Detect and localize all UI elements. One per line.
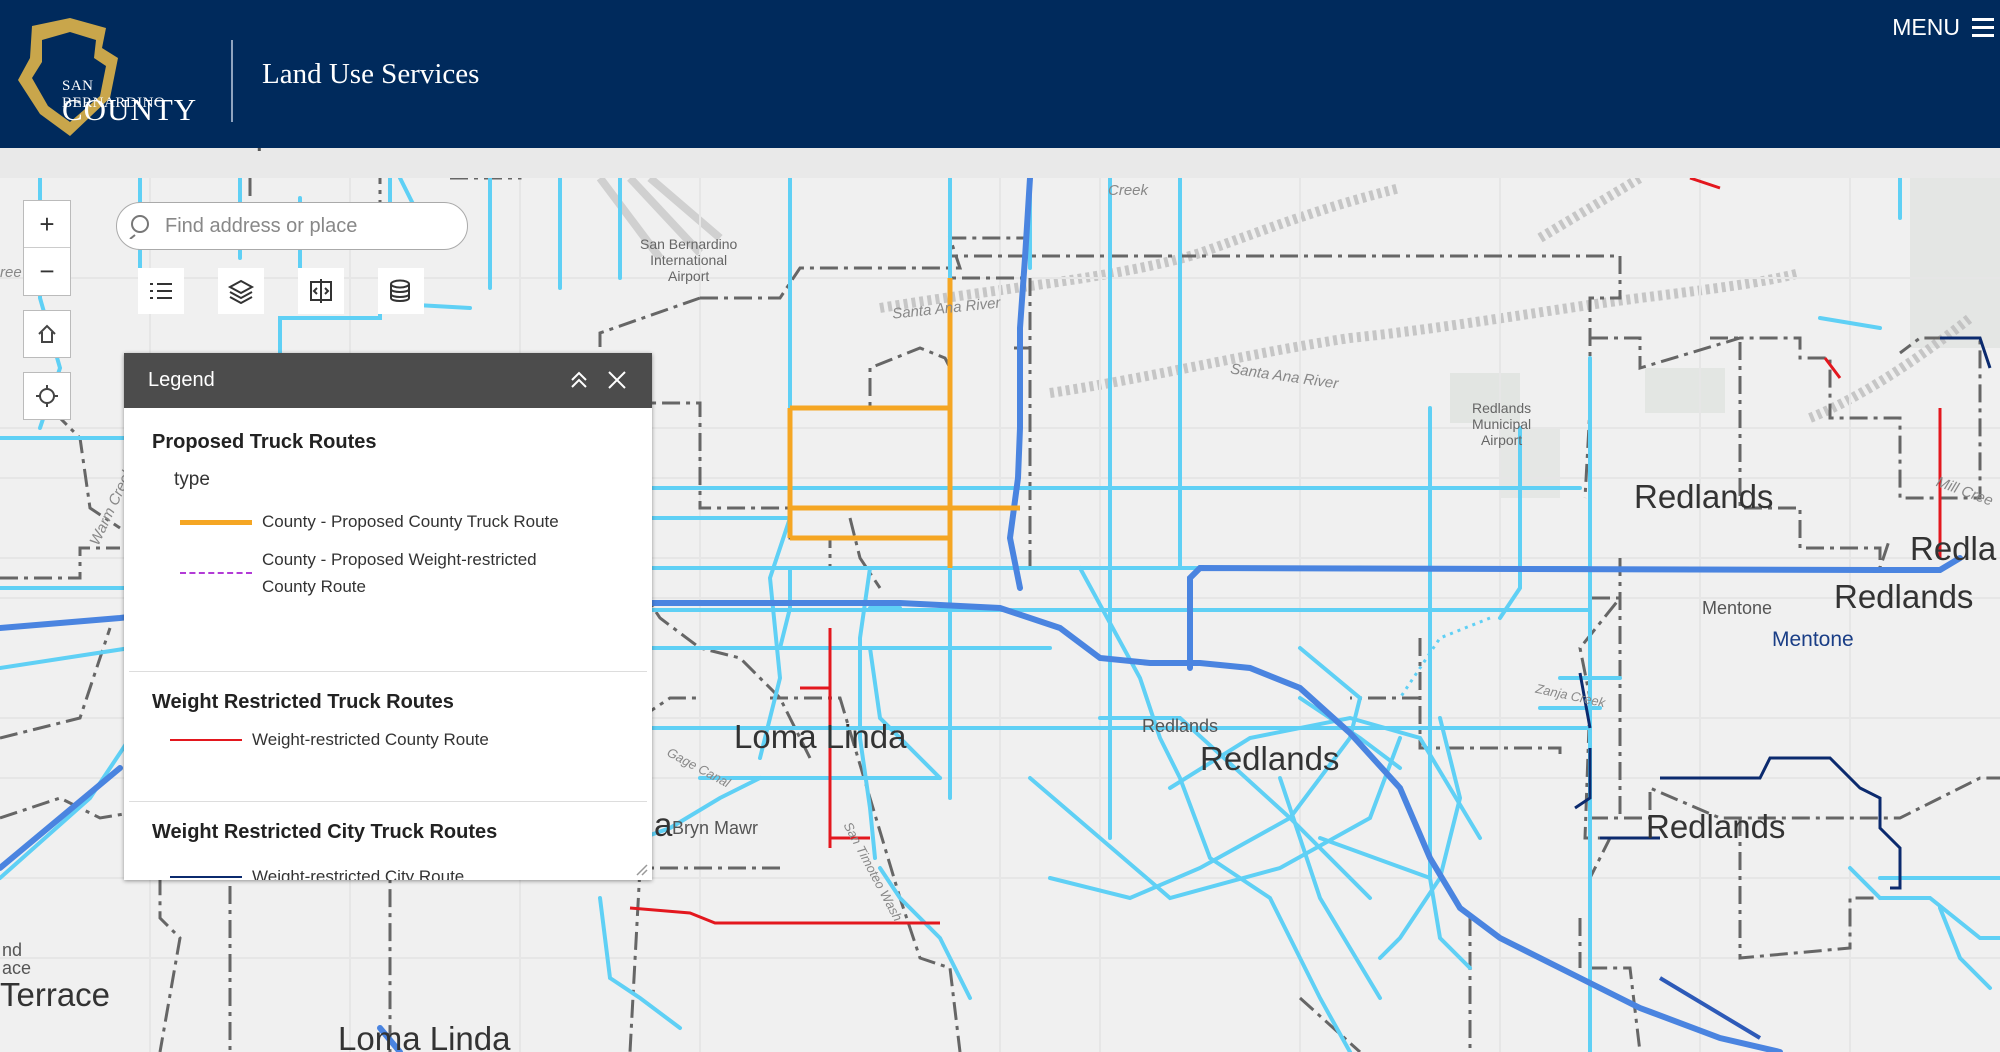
site-title: Land Use Services	[262, 58, 480, 90]
map-label-terrace: Terrace	[0, 976, 111, 1013]
swipe-icon	[310, 279, 332, 303]
map-label-bryn-mawr: Bryn Mawr	[672, 818, 759, 838]
legend-item-label: County - Proposed County Truck Route	[262, 512, 559, 531]
legend-item-label: County - Proposed Weight-restricted Coun…	[262, 550, 537, 596]
airport-1-line3: Airport	[668, 268, 710, 284]
map-label-loma-linda-2: Loma Linda	[338, 1020, 511, 1052]
airport-2-line3: Airport	[1480, 432, 1523, 448]
home-button[interactable]	[23, 310, 71, 358]
legend-item: County - Proposed Weight-restricted Coun…	[180, 546, 560, 600]
search-box[interactable]	[116, 202, 468, 250]
search-icon	[129, 215, 149, 239]
legend-toggle-button[interactable]	[138, 268, 184, 314]
swipe-button[interactable]	[298, 268, 344, 314]
legend-item: Weight-restricted City Route	[170, 863, 464, 880]
map-label-mentone: Mentone	[1702, 598, 1773, 618]
map-label-redlands-small: Redlands	[1142, 716, 1219, 736]
legend-divider	[129, 801, 647, 802]
airport-2-line1: Redlands	[1472, 400, 1532, 416]
map-label-airport-1: San Bernardino International Airport	[640, 236, 737, 284]
legend-list-icon	[150, 283, 172, 299]
locate-icon	[36, 385, 58, 407]
map-label-mentone-blue: Mentone	[1772, 628, 1854, 651]
map-label-a: a	[654, 806, 673, 843]
legend-section-title: Weight Restricted Truck Routes	[152, 691, 454, 713]
legend-item-label: Weight-restricted County Route	[252, 730, 489, 749]
collapse-chevron-up-icon[interactable]	[568, 369, 590, 391]
legend-item: Weight-restricted County Route	[170, 726, 489, 753]
map-label-redlands-east: Redlands	[1634, 478, 1774, 515]
map-label-loma-linda: Loma Linda	[734, 718, 907, 755]
logo-line2: COUNTY	[62, 92, 198, 127]
legend-title: Legend	[148, 369, 215, 391]
legend-swatch-purple-dashed	[180, 546, 252, 574]
map-label-redlands-east-2: Redlands	[1834, 578, 1974, 615]
layers-button[interactable]	[218, 268, 264, 314]
legend-panel: Legend Proposed Truck Routes type County…	[124, 353, 652, 880]
legend-swatch-navy	[170, 863, 242, 880]
home-icon	[38, 324, 56, 343]
menu-label: MENU	[1892, 14, 1960, 40]
map-label-airport-2: Redlands Municipal Airport	[1472, 400, 1531, 448]
legend-section-title: Proposed Truck Routes	[152, 431, 377, 453]
legend-swatch-orange	[180, 508, 252, 535]
legend-item-label: Weight-restricted City Route	[252, 867, 465, 880]
layers-icon	[227, 279, 255, 304]
hamburger-icon	[1972, 18, 1994, 37]
menu-button[interactable]: MENU	[1892, 14, 1994, 41]
legend-swatch-red	[170, 726, 242, 753]
search-input[interactable]	[163, 213, 457, 239]
site-header: SAN BERNARDINO COUNTY Land Use Services …	[0, 0, 2000, 148]
basemap-button[interactable]	[378, 268, 424, 314]
zoom-control: + −	[23, 200, 71, 296]
zoom-in-button[interactable]: +	[24, 201, 70, 248]
legend-item: County - Proposed County Truck Route	[180, 508, 559, 535]
county-logo[interactable]: SAN BERNARDINO COUNTY	[10, 18, 198, 138]
basemap-database-icon	[390, 279, 410, 302]
map-label-redlands: Redlands	[1200, 740, 1340, 777]
map-label-redlands-se: Redlands	[1646, 808, 1786, 845]
map-label-ree: ree	[0, 264, 22, 281]
legend-field-label: type	[174, 469, 210, 490]
map-label-redlands-cut: Redla	[1910, 530, 1997, 567]
legend-header: Legend	[124, 353, 652, 408]
airport-2-line2: Municipal	[1472, 416, 1532, 432]
airport-1-line1: San Bernardino	[640, 236, 738, 252]
zoom-out-button[interactable]: −	[24, 248, 70, 294]
legend-section-title: Weight Restricted City Truck Routes	[152, 821, 498, 843]
map-label-ace: ace	[2, 958, 32, 978]
header-divider	[231, 40, 233, 122]
resize-handle-icon[interactable]	[634, 862, 648, 876]
close-icon[interactable]	[606, 369, 628, 391]
legend-divider	[129, 671, 647, 672]
locate-button[interactable]	[23, 372, 71, 420]
airport-1-line2: International	[650, 252, 728, 268]
map-label-creek: Creek	[1108, 182, 1149, 199]
